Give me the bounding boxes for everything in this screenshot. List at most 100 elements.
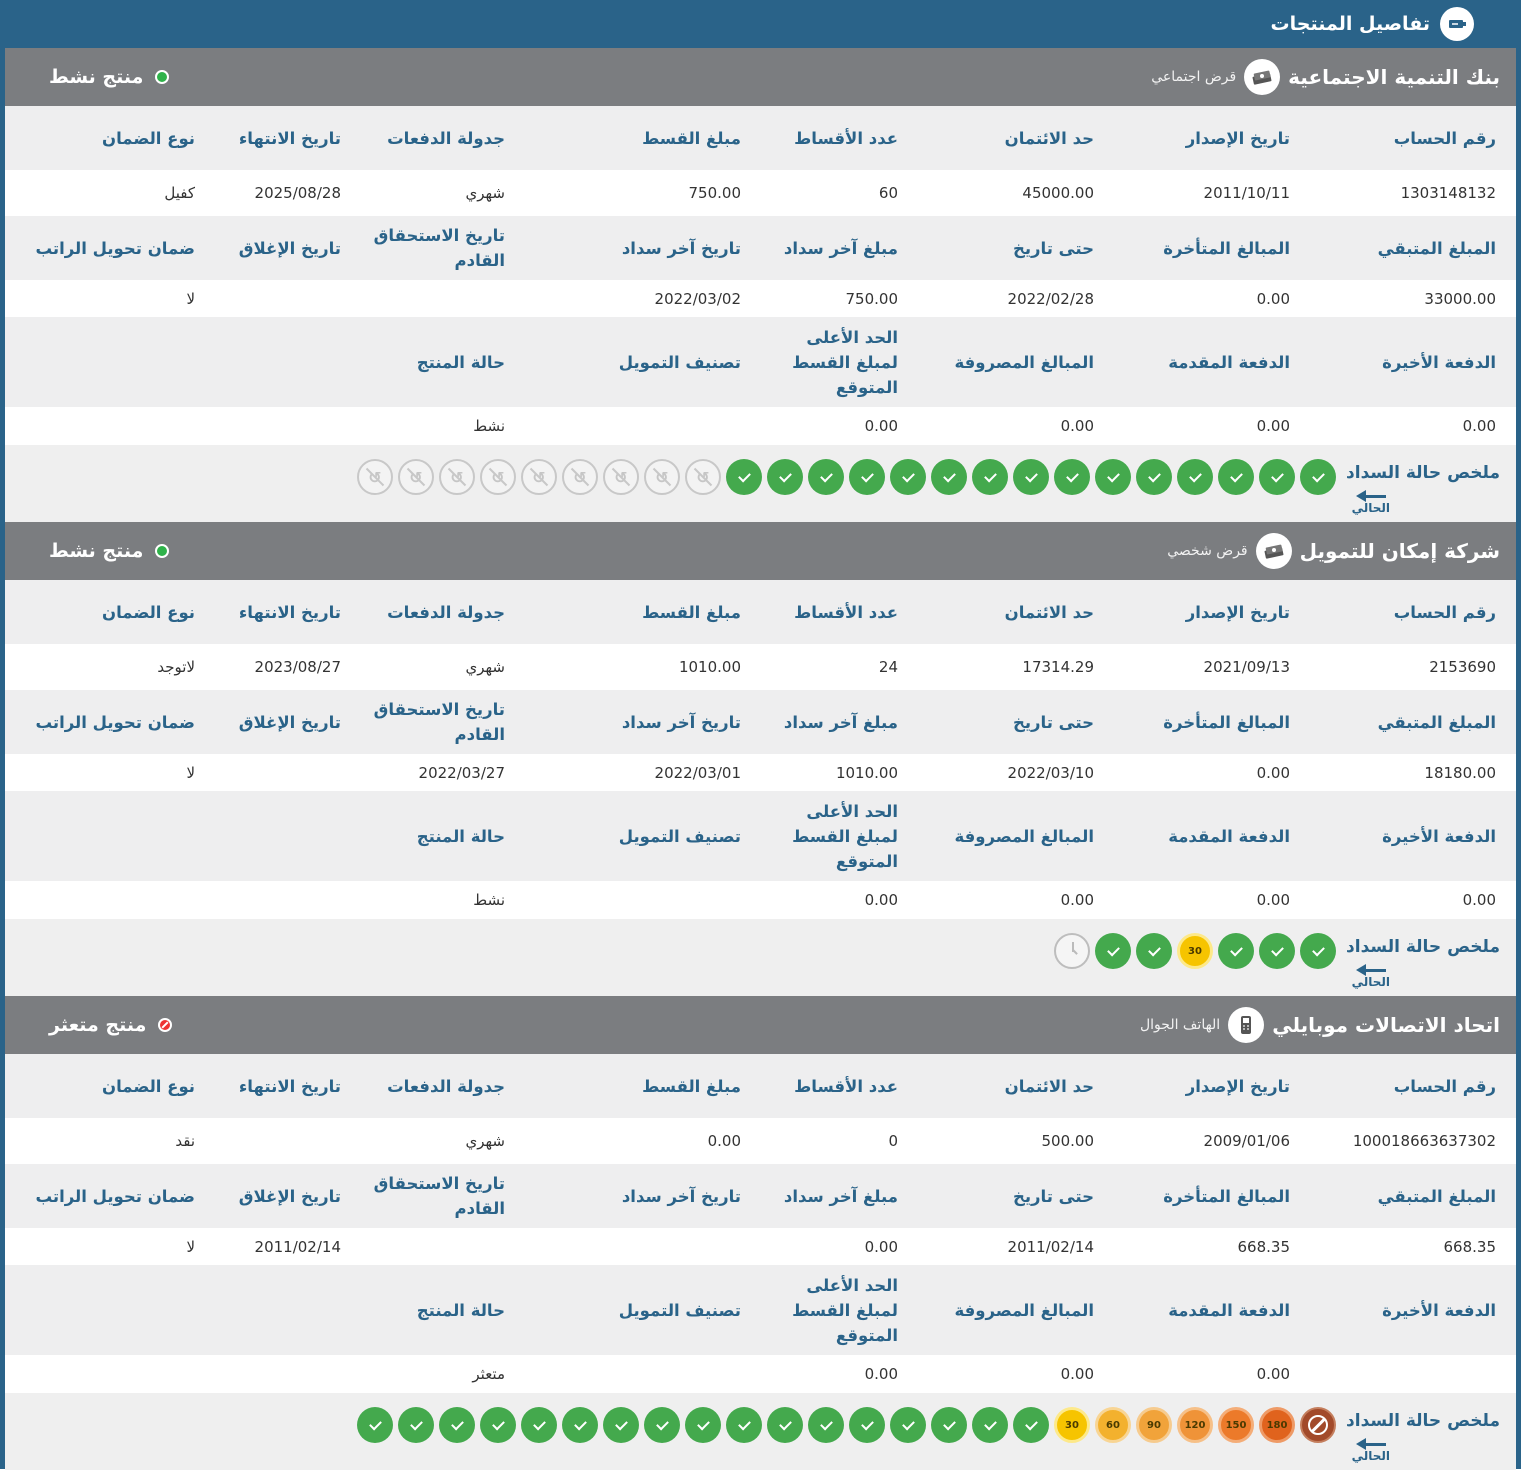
payment-history: 180 150 120 90 60 30 bbox=[352, 1407, 1336, 1443]
payment-paid-icon[interactable] bbox=[808, 1407, 844, 1443]
payment-paid-icon[interactable] bbox=[1218, 459, 1254, 495]
payment-late-120-icon[interactable]: 120 bbox=[1177, 1407, 1213, 1443]
field-value: نقد bbox=[175, 1132, 195, 1150]
payment-paid-icon[interactable] bbox=[1136, 459, 1172, 495]
payment-paid-icon[interactable] bbox=[1300, 459, 1336, 495]
field-value: 2011/10/11 bbox=[1203, 184, 1290, 202]
payment-paid-icon[interactable] bbox=[726, 459, 762, 495]
payment-paid-icon[interactable] bbox=[1218, 933, 1254, 969]
payment-paid-icon[interactable] bbox=[726, 1407, 762, 1443]
product-section: اتحاد الاتصالات موبايلي الهاتف الجوال منتج… bbox=[5, 996, 1516, 1470]
payment-not-applicable-icon[interactable] bbox=[685, 459, 721, 495]
payment-not-applicable-icon[interactable] bbox=[480, 459, 516, 495]
label-row: رقم الحساب تاريخ الإصدار حد الائتمان عدد ال… bbox=[5, 106, 1516, 170]
value-row: 0.00 0.00 0.00 0.00 نشط bbox=[5, 407, 1516, 445]
payment-summary-label-group: ملخص حالة السداد الحالي bbox=[1336, 459, 1516, 519]
field-label: حالة المنتج bbox=[416, 1300, 505, 1320]
field-value: لا bbox=[186, 289, 195, 308]
payment-paid-icon[interactable] bbox=[849, 1407, 885, 1443]
payment-not-applicable-icon[interactable] bbox=[398, 459, 434, 495]
current-marker: الحالي bbox=[1351, 490, 1390, 515]
field-label bbox=[5, 317, 215, 407]
field-label: تاريخ الانتهاء bbox=[238, 1076, 341, 1096]
payment-paid-icon[interactable] bbox=[931, 1407, 967, 1443]
payment-late-30-icon[interactable]: 30 bbox=[1054, 1407, 1090, 1443]
payment-late-180-icon[interactable]: 180 bbox=[1259, 1407, 1295, 1443]
payment-paid-icon[interactable] bbox=[685, 1407, 721, 1443]
payment-not-applicable-icon[interactable] bbox=[644, 459, 680, 495]
payment-paid-icon[interactable] bbox=[1300, 933, 1336, 969]
field-label: الحد الأعلى لمبلغ القسط المتوقع bbox=[792, 327, 898, 397]
payment-default-icon[interactable] bbox=[1300, 1407, 1336, 1443]
arrow-left-icon bbox=[1355, 964, 1386, 976]
payment-paid-icon[interactable] bbox=[1095, 933, 1131, 969]
payment-pending-clock-icon[interactable] bbox=[1054, 933, 1090, 969]
payment-paid-icon[interactable] bbox=[767, 459, 803, 495]
payment-paid-icon[interactable] bbox=[1013, 459, 1049, 495]
field-value: 18180.00 bbox=[1424, 763, 1496, 782]
payment-paid-icon[interactable] bbox=[644, 1407, 680, 1443]
value-row: 2153690 2021/09/13 17314.29 24 1010.00 شهري 20… bbox=[5, 644, 1516, 690]
payment-paid-icon[interactable] bbox=[931, 459, 967, 495]
field-value: كفيل bbox=[164, 184, 195, 202]
payment-not-applicable-icon[interactable] bbox=[439, 459, 475, 495]
label-row: الدفعة الأخيرة الدفعة المقدمة المبالغ المص… bbox=[5, 791, 1516, 881]
product-status-label: منتج نشط bbox=[49, 540, 144, 562]
field-value: 668.35 bbox=[1443, 1237, 1497, 1256]
payment-late-90-icon[interactable]: 90 bbox=[1136, 1407, 1172, 1443]
label-row: رقم الحساب تاريخ الإصدار حد الائتمان عدد ال… bbox=[5, 580, 1516, 644]
payment-not-applicable-icon[interactable] bbox=[603, 459, 639, 495]
payment-late-30-icon[interactable]: 30 bbox=[1177, 933, 1213, 969]
payment-paid-icon[interactable] bbox=[480, 1407, 516, 1443]
field-label: تاريخ الانتهاء bbox=[238, 602, 341, 622]
field-value: 0.00 bbox=[1256, 1365, 1290, 1383]
payment-summary-label-group: ملخص حالة السداد الحالي bbox=[1336, 1407, 1516, 1467]
field-value: 750.00 bbox=[688, 184, 742, 202]
payment-paid-icon[interactable] bbox=[1136, 933, 1172, 969]
payment-paid-icon[interactable] bbox=[603, 1407, 639, 1443]
payment-summary-row: ملخص حالة السداد الحالي 30 bbox=[5, 919, 1516, 996]
payment-paid-icon[interactable] bbox=[972, 1407, 1008, 1443]
bank-name: اتحاد الاتصالات موبايلي bbox=[1272, 1013, 1500, 1037]
arrow-left-icon bbox=[1355, 1438, 1386, 1450]
field-label: مبلغ القسط bbox=[642, 1076, 741, 1096]
payment-paid-icon[interactable] bbox=[808, 459, 844, 495]
payment-paid-icon[interactable] bbox=[398, 1407, 434, 1443]
payment-paid-icon[interactable] bbox=[890, 459, 926, 495]
arrow-left-icon bbox=[1355, 490, 1386, 502]
payment-paid-icon[interactable] bbox=[1095, 459, 1131, 495]
payment-paid-icon[interactable] bbox=[1259, 459, 1295, 495]
field-label: تصنيف التمويل bbox=[618, 352, 741, 372]
field-value: 0.00 bbox=[1256, 891, 1290, 909]
field-value bbox=[215, 1355, 361, 1393]
field-value: 2022/03/27 bbox=[418, 763, 505, 782]
field-label: مبلغ آخر سداد bbox=[783, 712, 898, 732]
field-value: 0.00 bbox=[1256, 763, 1290, 782]
payment-not-applicable-icon[interactable] bbox=[521, 459, 557, 495]
payment-paid-icon[interactable] bbox=[972, 459, 1008, 495]
payment-paid-icon[interactable] bbox=[1054, 459, 1090, 495]
field-value: 1010.00 bbox=[835, 763, 898, 782]
field-value: 0.00 bbox=[1256, 417, 1290, 435]
payment-paid-icon[interactable] bbox=[1177, 459, 1213, 495]
payment-paid-icon[interactable] bbox=[439, 1407, 475, 1443]
field-value bbox=[5, 407, 215, 445]
payment-paid-icon[interactable] bbox=[849, 459, 885, 495]
payment-late-150-icon[interactable]: 150 bbox=[1218, 1407, 1254, 1443]
field-label: تاريخ الانتهاء bbox=[238, 128, 341, 148]
field-label: تاريخ الاستحقاق القادم bbox=[373, 226, 505, 270]
payment-paid-icon[interactable] bbox=[1013, 1407, 1049, 1443]
payment-not-applicable-icon[interactable] bbox=[357, 459, 393, 495]
payment-not-applicable-icon[interactable] bbox=[562, 459, 598, 495]
field-value bbox=[1310, 1355, 1516, 1393]
payment-paid-icon[interactable] bbox=[1259, 933, 1295, 969]
payment-paid-icon[interactable] bbox=[357, 1407, 393, 1443]
payment-paid-icon[interactable] bbox=[521, 1407, 557, 1443]
value-row: 33000.00 0.00 2022/02/28 750.00 2022/03/02 لا bbox=[5, 280, 1516, 317]
payment-paid-icon[interactable] bbox=[767, 1407, 803, 1443]
payment-late-60-icon[interactable]: 60 bbox=[1095, 1407, 1131, 1443]
payment-paid-icon[interactable] bbox=[890, 1407, 926, 1443]
payment-paid-icon[interactable] bbox=[562, 1407, 598, 1443]
field-value: 0.00 bbox=[864, 1365, 898, 1383]
current-label: الحالي bbox=[1351, 501, 1390, 515]
